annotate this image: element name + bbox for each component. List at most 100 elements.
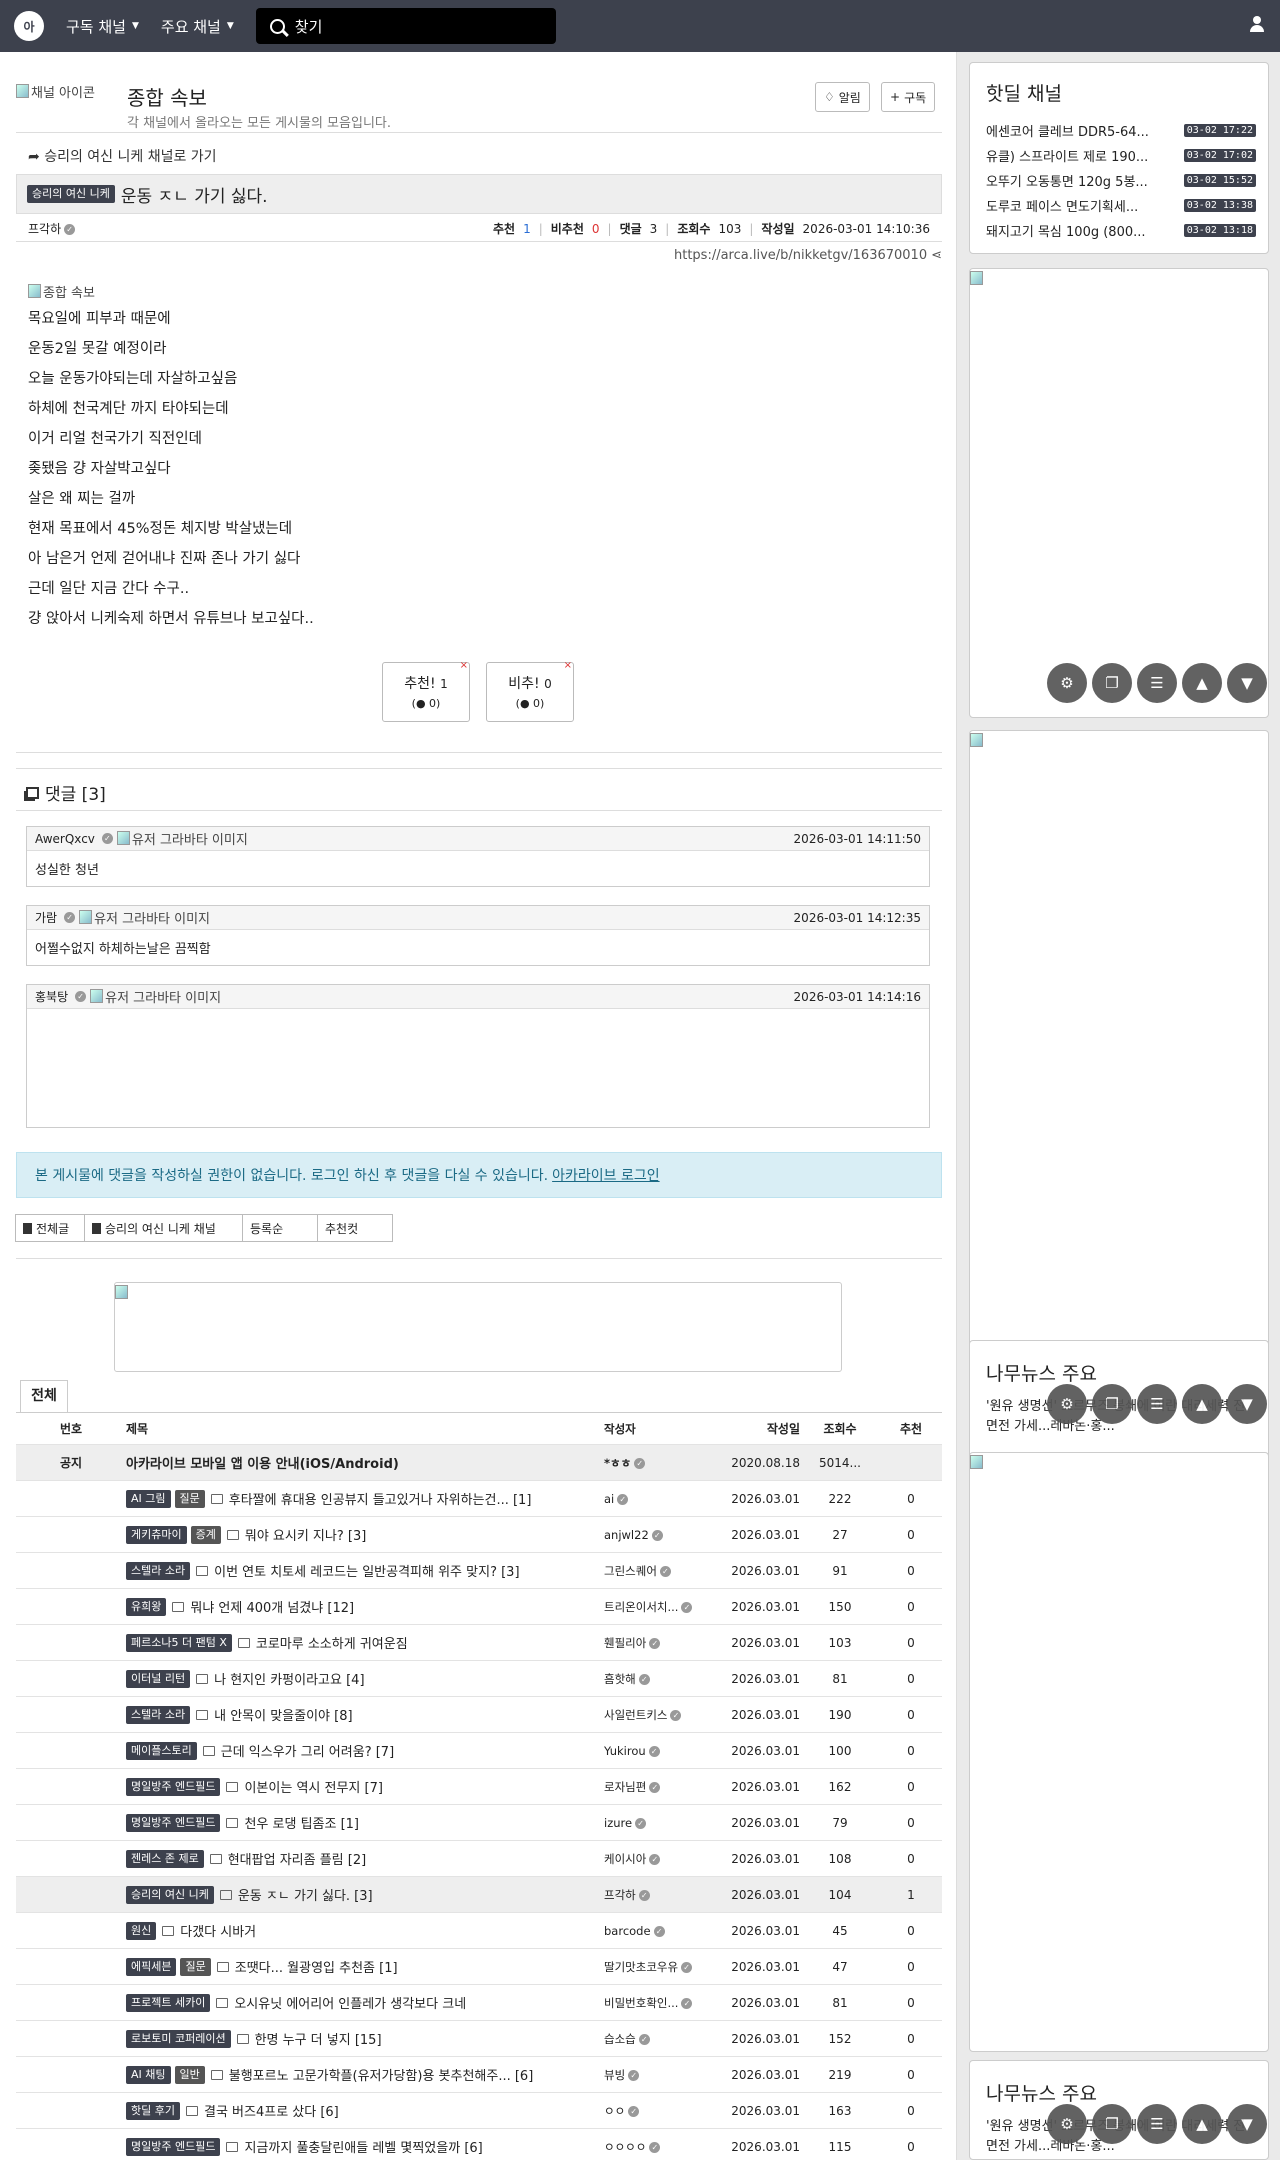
table-row[interactable]: 스텔라 소라 이번 연토 치토세 레코드는 일반공격피해 위주 맞지? [3] 그린… (16, 1553, 942, 1589)
hotdeal-item[interactable]: 도루코 페이스 면도기획세... 03-02 13:38 (986, 196, 1256, 215)
ad-banner[interactable] (114, 1282, 842, 1372)
table-row[interactable]: 페르소나5 더 팬텀 X 코로마루 소소하게 귀여운짐 휀필리아 ✓ 2026.03.0… (16, 1625, 942, 1661)
table-row[interactable]: 이터널 리턴 나 현지인 카펑이라고요 [4] 흠핫해 ✓ 2026.03.01 81 0 (16, 1661, 942, 1697)
subscribed-channels-menu[interactable]: 구독 채널 ▼ (66, 16, 139, 37)
table-row[interactable]: 게키츄마이 증계 뭐야 요시키 지나? [3] anjwl22 ✓ 2026.03.01 2… (16, 1517, 942, 1553)
post-url[interactable]: https://arca.live/b/nikketgv/163670010 ⋖ (674, 248, 942, 263)
upvote-button[interactable]: 추천! 1 (● 0) × (382, 660, 470, 722)
channel-badge[interactable]: 프로젝트 세카이 (126, 1993, 211, 2012)
main-channels-menu[interactable]: 주요 채널 ▼ (161, 16, 234, 37)
channel-badge[interactable]: 스텔라 소라 (126, 1705, 191, 1724)
side-ad-1[interactable] (969, 268, 1269, 718)
share-icon[interactable]: ⋖ (931, 248, 942, 263)
login-link[interactable]: 아카라이브 로그인 (552, 1165, 660, 1185)
row-author[interactable]: 습소습 ✓ (600, 2031, 714, 2047)
filter-channel-button[interactable]: 승리의 여신 니케 채널 (84, 1214, 243, 1242)
table-row[interactable]: 프로젝트 세카이 오시유닛 에어리어 인플레가 생각보다 크네 비밀번호확인... ✓… (16, 1985, 942, 2021)
channel-badge[interactable]: 게키츄마이 (126, 1525, 187, 1544)
table-row[interactable]: 유희왕 뭐냐 언제 400개 넘겼냐 [12] 트리온이서치... ✓ 2026.03.… (16, 1589, 942, 1625)
tab-all[interactable]: 전체 (20, 1380, 68, 1412)
filter-all-button[interactable]: 전체글 (15, 1214, 85, 1242)
row-author[interactable]: ai ✓ (600, 1492, 714, 1506)
copy-icon[interactable]: ❐ (1092, 663, 1132, 703)
side-ad-2[interactable] (969, 730, 1269, 1382)
list-icon[interactable]: ☰ (1137, 2104, 1177, 2144)
row-author[interactable]: barcode ✓ (600, 1924, 714, 1938)
copy-icon[interactable]: ❐ (1092, 1384, 1132, 1424)
copy-icon[interactable]: ❐ (1092, 2104, 1132, 2144)
channel-title[interactable]: 종합 속보 (127, 82, 207, 111)
go-channel-link[interactable]: ➦ 승리의 여신 니케 채널로 가기 (28, 146, 217, 166)
recommend-cut-button[interactable]: 추천컷 (317, 1214, 393, 1242)
channel-badge[interactable]: 페르소나5 더 팬텀 X (126, 1633, 232, 1652)
namu-title[interactable]: 나무뉴스 주요 (986, 1359, 1097, 1386)
search-input[interactable]: 찾기 (255, 8, 556, 44)
user-icon[interactable] (1250, 16, 1264, 34)
table-row[interactable]: 스텔라 소라 내 안목이 맞을줄이야 [8] 사일런트키스 ✓ 2026.03.01 19… (16, 1697, 942, 1733)
table-row[interactable]: 원신 다갰다 시바거 barcode ✓ 2026.03.01 45 0 (16, 1913, 942, 1949)
row-author[interactable]: 비밀번호확인... ✓ (600, 1995, 714, 2011)
category-badge[interactable]: 일반 (174, 2065, 205, 2084)
alarm-button[interactable]: ♢ 알림 (815, 82, 870, 112)
table-row[interactable]: 승리의 여신 니케 운동 ㅈㄴ 가기 싫다. [3] 프각하 ✓ 2026.03.01 1… (16, 1877, 942, 1913)
category-badge[interactable]: 질문 (174, 1489, 205, 1508)
channel-badge[interactable]: 스텔라 소라 (126, 1561, 191, 1580)
gear-icon[interactable]: ⚙ (1047, 2104, 1087, 2144)
channel-badge[interactable]: 로보토미 코퍼레이션 (126, 2029, 231, 2048)
row-author[interactable]: 그린스퀘어 ✓ (600, 1563, 714, 1579)
gear-icon[interactable]: ⚙ (1047, 1384, 1087, 1424)
row-author[interactable]: 흠핫해 ✓ (600, 1671, 714, 1687)
hotdeal-title[interactable]: 핫딜 채널 (986, 79, 1062, 106)
row-author[interactable]: 사일런트키스 ✓ (600, 1707, 714, 1723)
table-row[interactable]: 로보토미 코퍼레이션 한명 누구 더 넣지 [15] 습소습 ✓ 2026.03.01 1… (16, 2021, 942, 2057)
table-row[interactable]: 젠레스 존 제로 현대팝업 자리좀 플림 [2] 케이시아 ✓ 2026.03.01 10… (16, 1841, 942, 1877)
hotdeal-item[interactable]: 돼지고기 목심 100g (800... 03-02 13:18 (986, 221, 1256, 240)
channel-badge[interactable]: 명일방주 엔드필드 (126, 2137, 221, 2156)
row-author[interactable]: 뷰빙 ✓ (600, 2067, 714, 2083)
row-author[interactable]: izure ✓ (600, 1816, 714, 1830)
row-author[interactable]: ㅇㅇㅇㅇ ✓ (600, 2139, 714, 2155)
side-ad-3[interactable] (969, 1452, 1269, 2052)
row-author[interactable]: 로자님편 ✓ (600, 1779, 714, 1795)
table-row[interactable]: 명일방주 엔드필드 지금까지 풀충달린애들 레벨 몇찍었을까 [6] ㅇㅇㅇㅇ ✓ 20… (16, 2129, 942, 2160)
channel-badge[interactable]: 승리의 여신 니케 (126, 1885, 214, 1904)
subscribe-button[interactable]: + 구독 (881, 82, 936, 112)
up-icon[interactable]: ▲ (1182, 663, 1222, 703)
channel-badge[interactable]: 핫딜 후기 (126, 2101, 180, 2120)
down-icon[interactable]: ▼ (1227, 2104, 1267, 2144)
channel-badge[interactable]: AI 채팅 (126, 2065, 171, 2084)
channel-badge[interactable]: 메이플스토리 (126, 1741, 197, 1760)
notice-row[interactable]: 공지 아카라이브 모바일 앱 이용 안내(iOS/Android) *ㅎㅎ ✓ 2… (16, 1445, 942, 1481)
down-icon[interactable]: ▼ (1227, 663, 1267, 703)
sort-register-button[interactable]: 등록순 (242, 1214, 318, 1242)
table-row[interactable]: AI 채팅 일반 불행포르노 고문가학플(유저가당함)용 봇추천해주... [6] 뷰… (16, 2057, 942, 2093)
channel-badge[interactable]: 에픽세븐 (126, 1957, 177, 1976)
up-icon[interactable]: ▲ (1182, 1384, 1222, 1424)
list-icon[interactable]: ☰ (1137, 1384, 1177, 1424)
namu-title[interactable]: 나무뉴스 주요 (986, 2079, 1097, 2106)
hotdeal-item[interactable]: 유클) 스프라이트 제로 190... 03-02 17:02 (986, 146, 1256, 165)
category-badge[interactable]: 질문 (180, 1957, 211, 1976)
up-icon[interactable]: ▲ (1182, 2104, 1222, 2144)
post-author[interactable]: 프각하 ✓ (28, 220, 76, 237)
channel-badge[interactable]: 이터널 리턴 (126, 1669, 191, 1688)
channel-badge[interactable]: 젠레스 존 제로 (126, 1849, 204, 1868)
table-row[interactable]: 명일방주 엔드필드 천우 로댕 팁좀조 [1] izure ✓ 2026.03.01 79… (16, 1805, 942, 1841)
gear-icon[interactable]: ⚙ (1047, 663, 1087, 703)
row-author[interactable]: 프각하 ✓ (600, 1887, 714, 1903)
channel-badge[interactable]: 명일방주 엔드필드 (126, 1813, 221, 1832)
list-icon[interactable]: ☰ (1137, 663, 1177, 703)
row-author[interactable]: ㅇㅇ ✓ (600, 2103, 714, 2119)
channel-badge[interactable]: 원신 (126, 1921, 157, 1940)
table-row[interactable]: 핫딜 후기 결국 버즈4프로 샀다 [6] ㅇㅇ ✓ 2026.03.01 163 0 (16, 2093, 942, 2129)
downvote-button[interactable]: 비추! 0 (● 0) × (486, 660, 574, 722)
row-author[interactable]: 딸기맛초코우유 ✓ (600, 1959, 714, 1975)
table-row[interactable]: 에픽세븐 질문 조땟다... 월광영입 추천좀 [1] 딸기맛초코우유 ✓ 2026.03… (16, 1949, 942, 1985)
table-row[interactable]: 명일방주 엔드필드 이본이는 역시 전무지 [7] 로자님편 ✓ 2026.03.01 1… (16, 1769, 942, 1805)
arca-logo-icon[interactable]: 아 (14, 11, 44, 41)
category-badge[interactable]: 증계 (190, 1525, 221, 1544)
channel-badge[interactable]: AI 그림 (126, 1489, 171, 1508)
hotdeal-item[interactable]: 에센코어 클레브 DDR5-64... 03-02 17:22 (986, 121, 1256, 140)
row-author[interactable]: anjwl22 ✓ (600, 1528, 714, 1542)
table-row[interactable]: AI 그림 질문 후타짤에 휴대용 인공뷰지 들고있거나 자위하는건... [1] a… (16, 1481, 942, 1517)
